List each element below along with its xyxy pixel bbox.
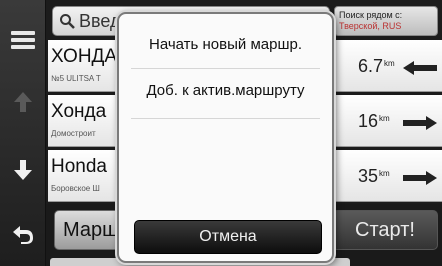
result-name: Honda (51, 156, 107, 177)
arrow-up-icon (14, 92, 32, 112)
add-to-active-route-option[interactable]: Доб. к актив.маршруту (119, 82, 332, 106)
distance-value: 6.7 (358, 56, 384, 76)
menu-icon (11, 31, 35, 49)
start-button[interactable]: Старт! (332, 210, 438, 250)
arrow-right-icon (403, 116, 437, 130)
scroll-up-button[interactable] (4, 82, 42, 122)
route-options-dialog: Начать новый маршр. Доб. к актив.маршрут… (117, 12, 334, 263)
menu-button[interactable] (4, 20, 42, 60)
distance-unit: km (384, 59, 395, 68)
search-icon (60, 14, 75, 29)
search-input-text: Введ (79, 10, 121, 31)
search-near-button[interactable]: Поиск рядом с: Тверской, RUS (334, 6, 438, 36)
navigator-screen: Введ Поиск рядом с: Тверской, RUS ХОНДА … (0, 0, 442, 266)
cancel-button[interactable]: Отмена (134, 220, 322, 254)
scroll-down-button[interactable] (4, 150, 42, 190)
distance-value: 35 (358, 166, 379, 186)
back-icon (13, 226, 33, 244)
result-name: ХОНДА (51, 46, 118, 67)
result-address: Домостроит (51, 129, 96, 138)
divider (131, 68, 320, 69)
distance-unit: km (379, 114, 390, 123)
divider (131, 118, 320, 119)
result-distance: 35km (358, 166, 390, 187)
arrow-left-icon (403, 61, 437, 75)
result-distance: 6.7km (358, 56, 395, 77)
distance-unit: km (379, 169, 390, 178)
distance-value: 16 (358, 111, 379, 131)
arrow-down-icon (14, 160, 32, 180)
result-name: Хонда (51, 101, 107, 122)
result-address: №5 ULITSA T (51, 74, 101, 83)
back-button[interactable] (4, 214, 42, 254)
search-near-value: Тверской, RUS (339, 21, 402, 31)
start-new-route-option[interactable]: Начать новый маршр. (119, 36, 332, 60)
search-near-label: Поиск рядом с: (339, 10, 403, 20)
left-toolbar (0, 0, 46, 266)
result-distance: 16km (358, 111, 390, 132)
result-address: Боровское Ш (51, 184, 100, 193)
arrow-right-icon (403, 171, 437, 185)
